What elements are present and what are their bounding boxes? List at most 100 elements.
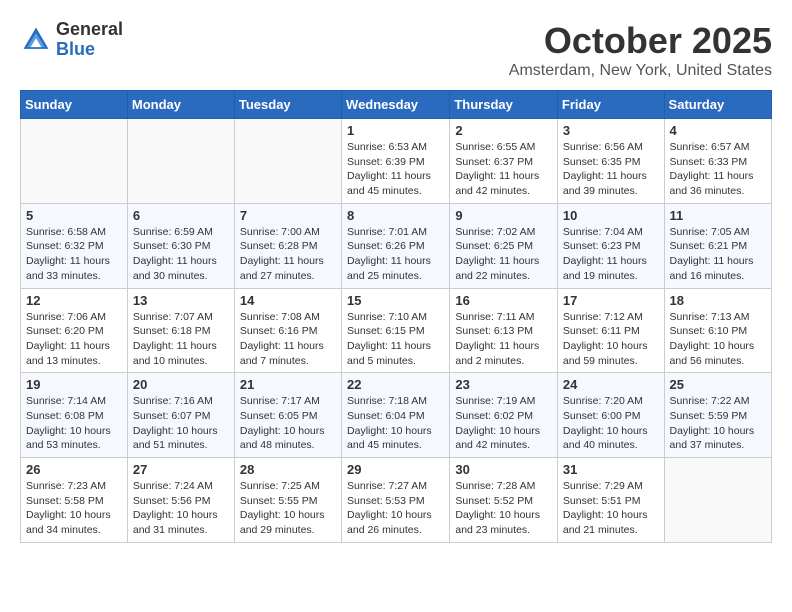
day-info: Sunrise: 7:23 AM Sunset: 5:58 PM Dayligh… <box>26 479 122 538</box>
calendar-cell: 5 Sunrise: 6:58 AM Sunset: 6:32 PM Daylig… <box>21 203 128 288</box>
day-number: 9 <box>455 208 552 223</box>
calendar-cell: 27 Sunrise: 7:24 AM Sunset: 5:56 PM Dayli… <box>127 458 234 543</box>
day-number: 23 <box>455 377 552 392</box>
month-title: October 2025 <box>509 20 772 62</box>
calendar-cell: 19Sunrise: 7:14 AM Sunset: 6:08 PM Dayli… <box>21 373 128 458</box>
day-info: Sunrise: 7:20 AM Sunset: 6:00 PM Dayligh… <box>563 394 659 453</box>
calendar-cell: 28 Sunrise: 7:25 AM Sunset: 5:55 PM Dayli… <box>234 458 341 543</box>
calendar-cell: 24 Sunrise: 7:20 AM Sunset: 6:00 PM Dayli… <box>557 373 664 458</box>
calendar-cell: 9 Sunrise: 7:02 AM Sunset: 6:25 PM Daylig… <box>450 203 558 288</box>
day-info: Sunrise: 6:56 AM Sunset: 6:35 PM Dayligh… <box>563 140 659 199</box>
calendar-cell: 21Sunrise: 7:17 AM Sunset: 6:05 PM Dayli… <box>234 373 341 458</box>
logo-blue-text: Blue <box>56 40 123 60</box>
week-row-1: 1 Sunrise: 6:53 AM Sunset: 6:39 PM Daylig… <box>21 119 772 204</box>
day-number: 30 <box>455 462 552 477</box>
day-info: Sunrise: 6:59 AM Sunset: 6:30 PM Dayligh… <box>133 225 229 284</box>
day-number: 17 <box>563 293 659 308</box>
calendar-cell <box>21 119 128 204</box>
day-info: Sunrise: 7:24 AM Sunset: 5:56 PM Dayligh… <box>133 479 229 538</box>
day-number: 8 <box>347 208 444 223</box>
day-info: Sunrise: 6:55 AM Sunset: 6:37 PM Dayligh… <box>455 140 552 199</box>
calendar-cell: 15 Sunrise: 7:10 AM Sunset: 6:15 PM Dayli… <box>342 288 450 373</box>
calendar-cell: 23 Sunrise: 7:19 AM Sunset: 6:02 PM Dayli… <box>450 373 558 458</box>
day-info: Sunrise: 7:00 AM Sunset: 6:28 PM Dayligh… <box>240 225 336 284</box>
calendar-cell: 25 Sunrise: 7:22 AM Sunset: 5:59 PM Dayli… <box>664 373 771 458</box>
calendar-cell: 11 Sunrise: 7:05 AM Sunset: 6:21 PM Dayli… <box>664 203 771 288</box>
day-number: 12 <box>26 293 122 308</box>
day-info: Sunrise: 7:02 AM Sunset: 6:25 PM Dayligh… <box>455 225 552 284</box>
day-info: Sunrise: 7:05 AM Sunset: 6:21 PM Dayligh… <box>670 225 766 284</box>
day-number: 25 <box>670 377 766 392</box>
day-info: Sunrise: 7:16 AM Sunset: 6:07 PM Dayligh… <box>133 394 229 453</box>
day-number: 20 <box>133 377 229 392</box>
day-info: Sunrise: 7:17 AM Sunset: 6:05 PM Dayligh… <box>240 394 336 453</box>
week-row-4: 19Sunrise: 7:14 AM Sunset: 6:08 PM Dayli… <box>21 373 772 458</box>
calendar-cell <box>664 458 771 543</box>
day-info: Sunrise: 7:22 AM Sunset: 5:59 PM Dayligh… <box>670 394 766 453</box>
day-number: 22 <box>347 377 444 392</box>
title-area: October 2025 Amsterdam, New York, United… <box>509 20 772 80</box>
calendar-cell: 2 Sunrise: 6:55 AM Sunset: 6:37 PM Daylig… <box>450 119 558 204</box>
day-number: 18 <box>670 293 766 308</box>
calendar-cell: 14 Sunrise: 7:08 AM Sunset: 6:16 PM Dayli… <box>234 288 341 373</box>
day-number: 13 <box>133 293 229 308</box>
day-number: 2 <box>455 123 552 138</box>
day-info: Sunrise: 7:27 AM Sunset: 5:53 PM Dayligh… <box>347 479 444 538</box>
day-header-monday: Monday <box>127 91 234 119</box>
day-info: Sunrise: 6:58 AM Sunset: 6:32 PM Dayligh… <box>26 225 122 284</box>
calendar-cell <box>127 119 234 204</box>
calendar-cell: 7 Sunrise: 7:00 AM Sunset: 6:28 PM Daylig… <box>234 203 341 288</box>
calendar-cell: 17 Sunrise: 7:12 AM Sunset: 6:11 PM Dayli… <box>557 288 664 373</box>
week-row-5: 26 Sunrise: 7:23 AM Sunset: 5:58 PM Dayli… <box>21 458 772 543</box>
day-number: 24 <box>563 377 659 392</box>
day-number: 11 <box>670 208 766 223</box>
day-number: 5 <box>26 208 122 223</box>
location-title: Amsterdam, New York, United States <box>509 62 772 80</box>
week-row-3: 12Sunrise: 7:06 AM Sunset: 6:20 PM Dayli… <box>21 288 772 373</box>
calendar-cell: 18 Sunrise: 7:13 AM Sunset: 6:10 PM Dayli… <box>664 288 771 373</box>
day-number: 14 <box>240 293 336 308</box>
day-number: 19 <box>26 377 122 392</box>
day-header-sunday: Sunday <box>21 91 128 119</box>
day-info: Sunrise: 7:25 AM Sunset: 5:55 PM Dayligh… <box>240 479 336 538</box>
day-info: Sunrise: 7:04 AM Sunset: 6:23 PM Dayligh… <box>563 225 659 284</box>
day-header-saturday: Saturday <box>664 91 771 119</box>
day-info: Sunrise: 7:13 AM Sunset: 6:10 PM Dayligh… <box>670 310 766 369</box>
day-info: Sunrise: 7:29 AM Sunset: 5:51 PM Dayligh… <box>563 479 659 538</box>
day-number: 15 <box>347 293 444 308</box>
day-number: 6 <box>133 208 229 223</box>
day-info: Sunrise: 7:11 AM Sunset: 6:13 PM Dayligh… <box>455 310 552 369</box>
day-info: Sunrise: 7:28 AM Sunset: 5:52 PM Dayligh… <box>455 479 552 538</box>
day-number: 27 <box>133 462 229 477</box>
calendar-cell: 10 Sunrise: 7:04 AM Sunset: 6:23 PM Dayli… <box>557 203 664 288</box>
day-header-tuesday: Tuesday <box>234 91 341 119</box>
calendar-cell: 13 Sunrise: 7:07 AM Sunset: 6:18 PM Dayli… <box>127 288 234 373</box>
day-info: Sunrise: 6:53 AM Sunset: 6:39 PM Dayligh… <box>347 140 444 199</box>
calendar-cell: 3 Sunrise: 6:56 AM Sunset: 6:35 PM Daylig… <box>557 119 664 204</box>
calendar-cell: 20 Sunrise: 7:16 AM Sunset: 6:07 PM Dayli… <box>127 373 234 458</box>
day-info: Sunrise: 7:10 AM Sunset: 6:15 PM Dayligh… <box>347 310 444 369</box>
day-number: 26 <box>26 462 122 477</box>
day-number: 28 <box>240 462 336 477</box>
day-number: 3 <box>563 123 659 138</box>
day-number: 1 <box>347 123 444 138</box>
calendar-cell: 8Sunrise: 7:01 AM Sunset: 6:26 PM Daylig… <box>342 203 450 288</box>
logo-icon <box>20 24 52 56</box>
logo-general-text: General <box>56 20 123 40</box>
calendar-cell: 30 Sunrise: 7:28 AM Sunset: 5:52 PM Dayli… <box>450 458 558 543</box>
day-info: Sunrise: 7:07 AM Sunset: 6:18 PM Dayligh… <box>133 310 229 369</box>
calendar-header-row: SundayMondayTuesdayWednesdayThursdayFrid… <box>21 91 772 119</box>
day-info: Sunrise: 7:19 AM Sunset: 6:02 PM Dayligh… <box>455 394 552 453</box>
calendar-cell: 12Sunrise: 7:06 AM Sunset: 6:20 PM Dayli… <box>21 288 128 373</box>
calendar-cell: 22Sunrise: 7:18 AM Sunset: 6:04 PM Dayli… <box>342 373 450 458</box>
day-number: 7 <box>240 208 336 223</box>
day-info: Sunrise: 7:12 AM Sunset: 6:11 PM Dayligh… <box>563 310 659 369</box>
calendar-cell: 29Sunrise: 7:27 AM Sunset: 5:53 PM Dayli… <box>342 458 450 543</box>
day-header-wednesday: Wednesday <box>342 91 450 119</box>
header: General Blue October 2025 Amsterdam, New… <box>20 20 772 80</box>
week-row-2: 5 Sunrise: 6:58 AM Sunset: 6:32 PM Daylig… <box>21 203 772 288</box>
day-number: 10 <box>563 208 659 223</box>
day-number: 16 <box>455 293 552 308</box>
day-info: Sunrise: 7:08 AM Sunset: 6:16 PM Dayligh… <box>240 310 336 369</box>
calendar-cell <box>234 119 341 204</box>
